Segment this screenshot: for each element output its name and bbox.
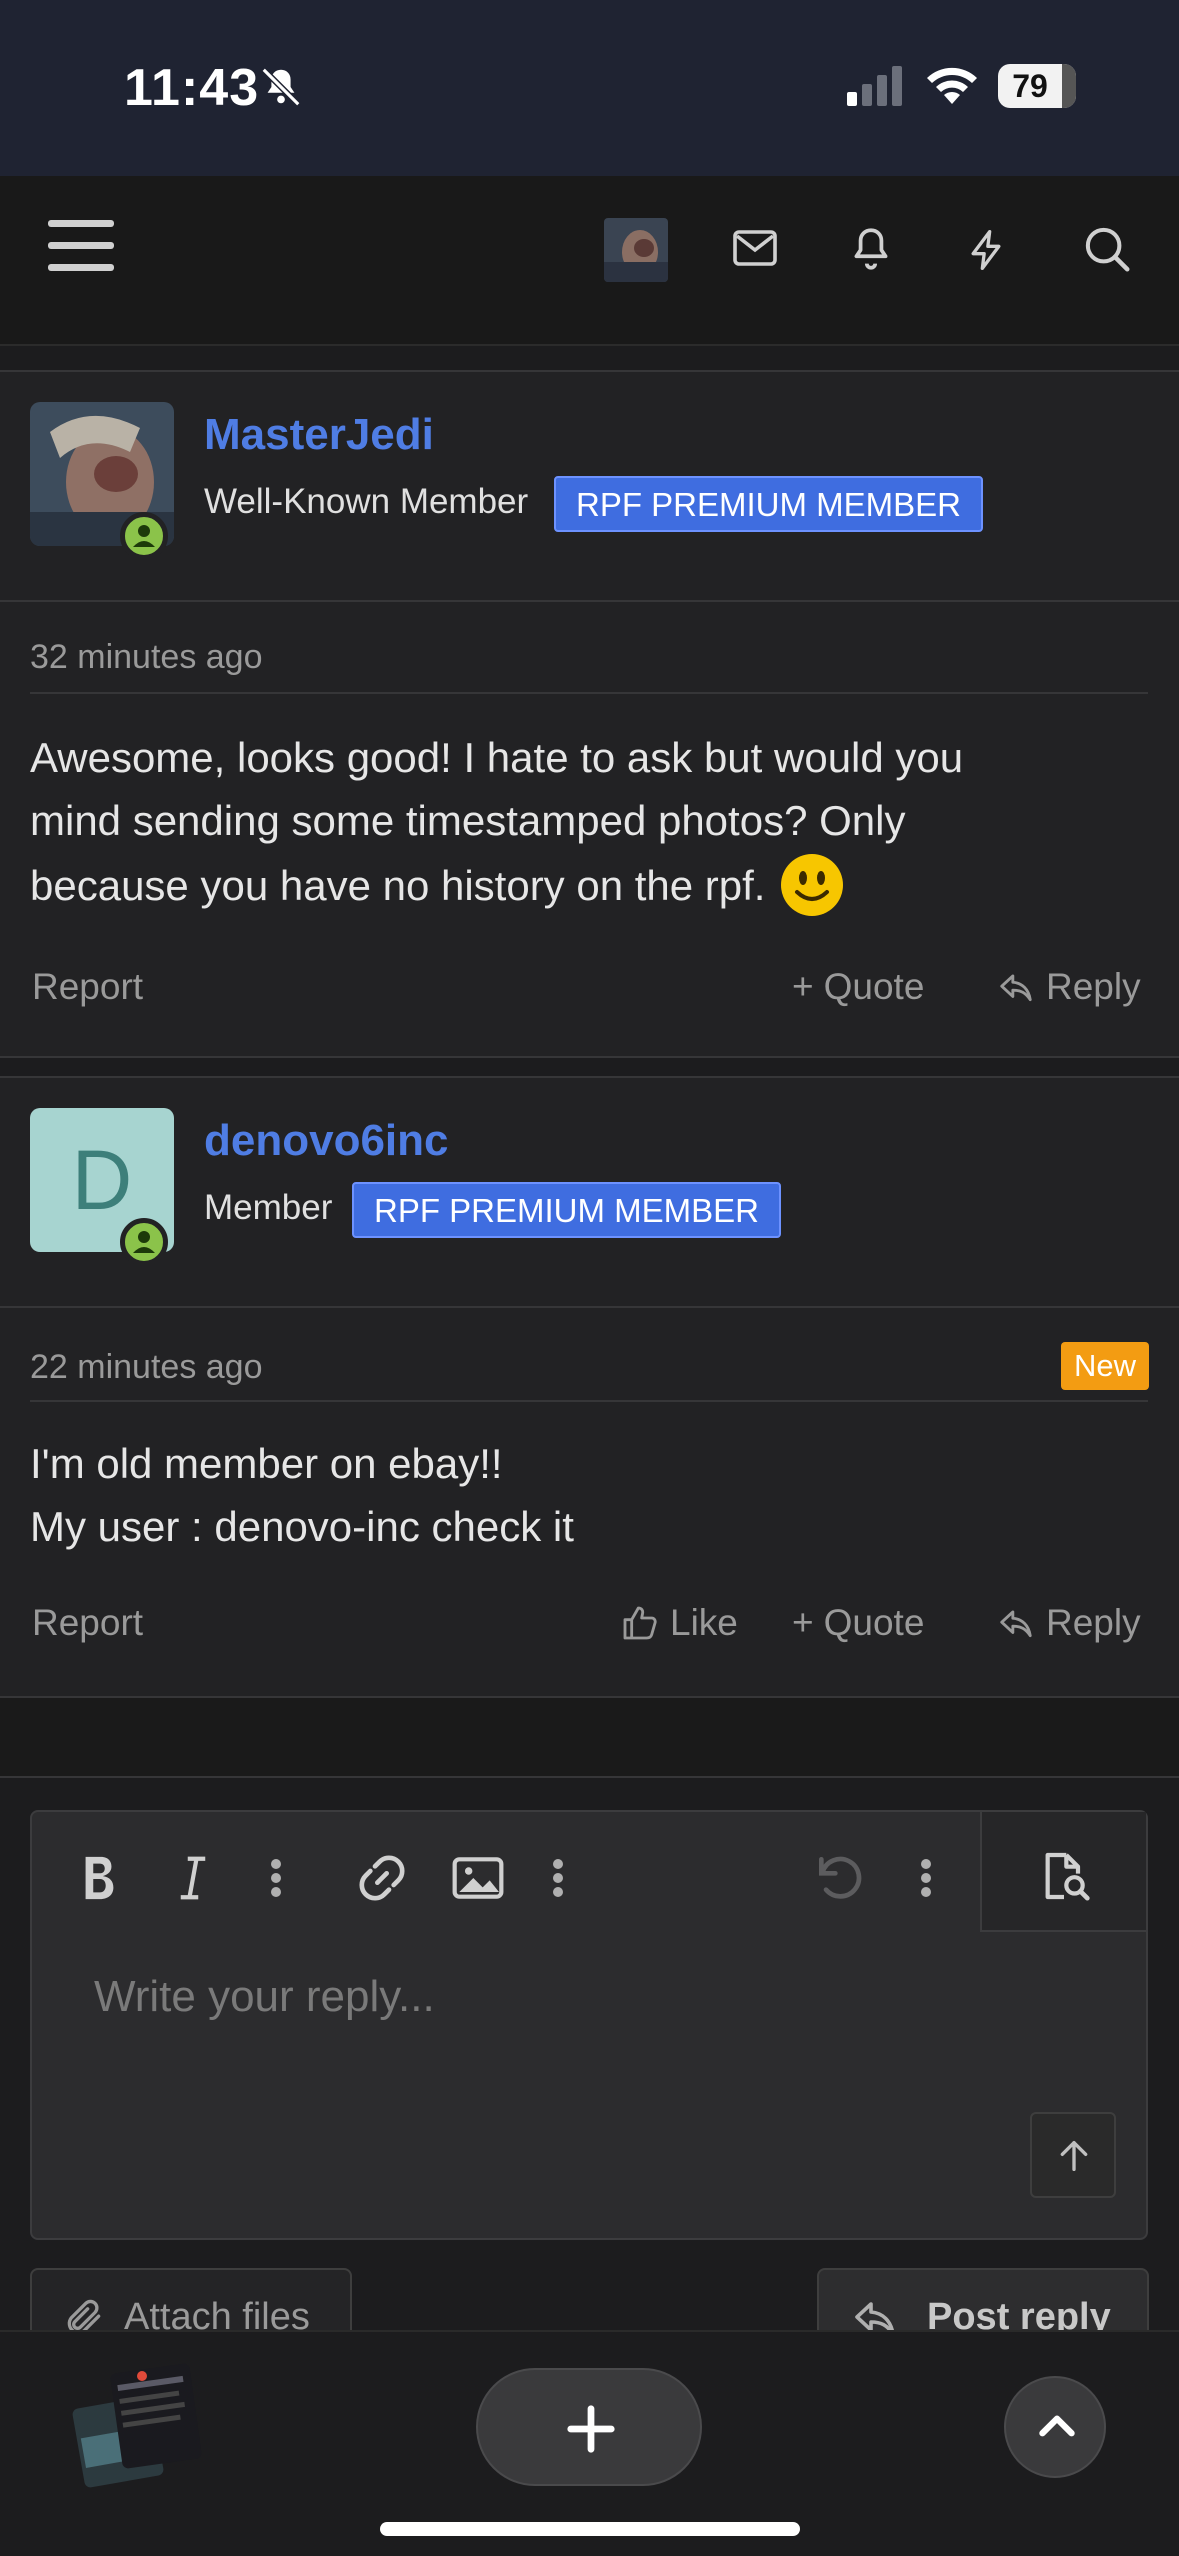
like-button[interactable]: Like	[620, 1602, 738, 1644]
tabs-thumbnail[interactable]	[70, 2362, 210, 2492]
envelope-icon[interactable]	[728, 224, 782, 272]
preview-icon	[1045, 1852, 1090, 1901]
menu-icon[interactable]	[48, 218, 114, 274]
bell-off-icon	[261, 67, 301, 107]
arrow-up-icon	[1060, 2141, 1088, 2171]
thumbs-up-icon	[623, 1606, 657, 1640]
username[interactable]: MasterJedi	[204, 410, 434, 460]
online-status-icon	[120, 1218, 168, 1266]
like-label: Like	[670, 1602, 738, 1643]
separator	[0, 1698, 1179, 1778]
post-denovo6inc: D denovo6inc Member RPF PREMIUM MEMBER 2…	[0, 1076, 1179, 1698]
scroll-up-button[interactable]	[1030, 2112, 1116, 2198]
wifi-icon	[927, 67, 977, 104]
status-bar: 11:43 79	[0, 0, 1179, 176]
body-line: mind sending some timestamped photos? On…	[30, 797, 906, 844]
more-options-icon[interactable]	[268, 1850, 284, 1906]
post-time[interactable]: 32 minutes ago	[30, 638, 263, 677]
new-badge: New	[1061, 1342, 1149, 1390]
body-line: because you have no history on the rpf.	[30, 861, 766, 909]
preview-toggle[interactable]	[980, 1812, 1146, 1932]
expand-toolbar-button[interactable]	[1004, 2376, 1106, 2478]
reply-editor[interactable]: Write your reply...	[30, 1810, 1148, 2240]
body-line: My user : denovo-inc check it	[30, 1503, 574, 1550]
post-header: MasterJedi Well-Known Member RPF PREMIUM…	[0, 372, 1179, 602]
top-nav	[0, 176, 1179, 346]
premium-badge: RPF PREMIUM MEMBER	[352, 1182, 782, 1238]
bottom-toolbar	[0, 2330, 1179, 2556]
status-time: 11:43	[124, 59, 260, 117]
report-link[interactable]: Report	[32, 966, 143, 1008]
reply-input[interactable]: Write your reply...	[94, 1972, 435, 2022]
post-header: D denovo6inc Member RPF PREMIUM MEMBER	[0, 1078, 1179, 1308]
user-title: Well-Known Member	[204, 482, 529, 521]
user-avatar[interactable]	[604, 218, 668, 282]
reply-icon	[1000, 1610, 1032, 1638]
post-time[interactable]: 22 minutes ago	[30, 1348, 263, 1387]
plus-icon: +	[792, 1602, 814, 1643]
more-actions-icon[interactable]	[918, 1850, 934, 1906]
post-body: Awesome, looks good! I hate to ask but w…	[30, 726, 1150, 918]
premium-badge: RPF PREMIUM MEMBER	[554, 476, 984, 532]
signal-icon	[847, 66, 902, 106]
italic-icon[interactable]	[172, 1850, 214, 1906]
link-icon[interactable]	[354, 1850, 410, 1906]
report-link[interactable]: Report	[32, 1602, 143, 1644]
post-masterjedi: MasterJedi Well-Known Member RPF PREMIUM…	[0, 370, 1179, 1058]
quote-button[interactable]: + Quote	[792, 966, 924, 1008]
reply-button[interactable]: Reply	[996, 966, 1141, 1008]
body-line: I'm old member on ebay!!	[30, 1440, 503, 1487]
reply-button[interactable]: Reply	[996, 1602, 1141, 1644]
battery-indicator: 79	[998, 64, 1076, 108]
plus-icon	[567, 2405, 615, 2453]
chevron-up-icon	[1039, 2415, 1075, 2437]
online-status-icon	[120, 512, 168, 560]
quote-button[interactable]: + Quote	[792, 1602, 924, 1644]
bolt-icon[interactable]	[964, 222, 1008, 278]
reply-icon	[1000, 974, 1032, 1002]
divider	[30, 692, 1148, 694]
quote-label: Quote	[823, 1602, 925, 1643]
divider	[30, 1400, 1148, 1402]
battery-level: 79	[1012, 68, 1048, 104]
search-icon[interactable]	[1080, 222, 1134, 276]
bell-icon[interactable]	[846, 222, 896, 276]
bold-icon[interactable]	[76, 1850, 122, 1906]
username[interactable]: denovo6inc	[204, 1116, 449, 1166]
undo-icon[interactable]	[812, 1850, 868, 1906]
home-indicator[interactable]	[380, 2522, 800, 2536]
more-insert-icon[interactable]	[550, 1850, 566, 1906]
new-tab-button[interactable]	[476, 2368, 702, 2486]
reply-label: Reply	[1046, 966, 1141, 1007]
post-body: I'm old member on ebay!! My user : denov…	[30, 1432, 1150, 1558]
user-title: Member	[204, 1188, 333, 1227]
quote-label: Quote	[823, 966, 925, 1007]
image-icon[interactable]	[450, 1850, 506, 1906]
body-line: Awesome, looks good! I hate to ask but w…	[30, 734, 964, 781]
reply-label: Reply	[1046, 1602, 1141, 1643]
smiley-emoji-icon	[781, 854, 844, 916]
plus-icon: +	[792, 966, 814, 1007]
